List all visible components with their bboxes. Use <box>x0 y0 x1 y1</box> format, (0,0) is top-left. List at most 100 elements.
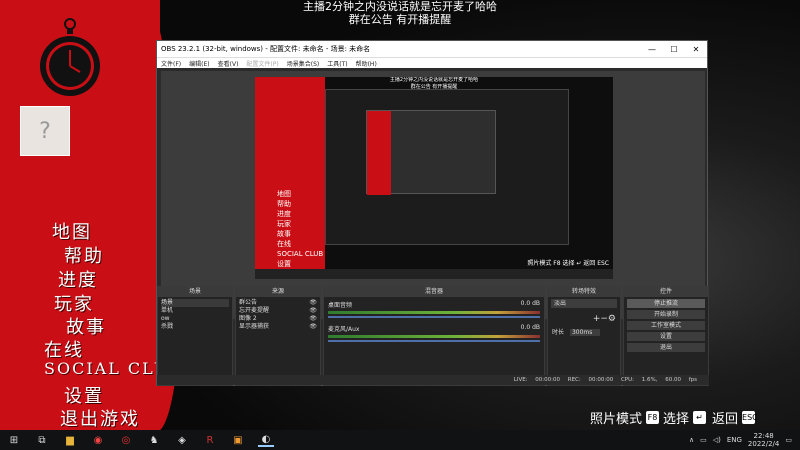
task-view-icon[interactable]: ⧉ <box>34 433 50 447</box>
scene-item[interactable]: ow <box>161 315 229 323</box>
hint-photo-mode-key: F8 <box>646 411 660 424</box>
duration-label: 时长 <box>552 329 565 336</box>
network-icon[interactable]: ▭ <box>700 436 707 444</box>
transitions-dock: 转场特效 淡出 +−⚙ 时长 300ms <box>547 286 621 386</box>
preview-nested-obs-2 <box>366 110 496 195</box>
volume-icon[interactable]: ◁) <box>713 436 721 444</box>
shield-app-icon[interactable]: ◈ <box>174 433 190 447</box>
mixer-track-mic: 麦克风/Aux 0.0 dB <box>324 321 544 345</box>
exit-button[interactable]: 退出 <box>627 343 705 352</box>
volume-meter <box>328 311 540 314</box>
preview-taskbar <box>255 269 613 279</box>
preview-caption-line-1: 主播2分钟之内没说话就是忘开麦了哈哈 <box>389 77 479 83</box>
eye-icon[interactable]: 👁 <box>309 307 317 315</box>
mixer-dock: 混音器 桌面音频 0.0 dB 麦克风/Aux 0.0 dB <box>323 286 545 386</box>
track-db: 0.0 dB <box>520 300 540 307</box>
tray-chevron-icon[interactable]: ∧ <box>689 436 694 444</box>
preview-canvas: 主播2分钟之内没说话就是忘开麦了哈哈 群在公告 有开播提醒 地图 帮助 进度 玩… <box>255 77 613 279</box>
sources-dock: 来源 群公告 👁 忘开麦提醒 👁 图像 2 👁 显示器捕获 👁 +−⚙∧∨ <box>235 286 321 386</box>
obs-menubar: 文件(F) 编辑(E) 查看(V) 配置文件(P) 场景集合(S) 工具(T) … <box>157 57 707 68</box>
source-item[interactable]: 图像 2 👁 <box>239 315 317 323</box>
obs-titlebar: OBS 23.2.1 (32-bit, windows) - 配置文件: 未命名… <box>157 41 707 57</box>
scene-item[interactable]: 杀戮 <box>161 323 229 331</box>
obs-docks: 场景 场景 单机 ow 杀戮 +−∧∨ 来源 群公告 👁 忘开麦提醒 👁 图像 … <box>157 286 709 386</box>
scene-item[interactable]: 场景 <box>161 299 229 307</box>
settings-button[interactable]: 设置 <box>627 332 705 341</box>
sources-title: 来源 <box>236 287 320 297</box>
tray-date: 2022/2/4 <box>747 440 780 448</box>
maximize-icon[interactable]: ☐ <box>663 45 685 54</box>
controls-title: 控件 <box>624 287 708 297</box>
duration-input[interactable]: 300ms <box>569 329 601 336</box>
transitions-title: 转场特效 <box>548 287 620 297</box>
hint-select-label: 选择 <box>663 412 690 427</box>
controls-dock: 控件 停止推流 开始录制 工作室模式 设置 退出 <box>623 286 709 386</box>
windows-taskbar: ⊞ ⧉ ▆ ◉ ◎ ♞ ◈ R ▣ ◐ ∧ ▭ ◁) ENG 22:48 202… <box>0 430 800 450</box>
preview-menu: 地图 帮助 进度 玩家 故事 在线 SOCIAL CLUB 设置 退出游戏 <box>277 190 324 278</box>
menu-help[interactable]: 帮助(H) <box>356 59 377 68</box>
scenes-dock: 场景 场景 单机 ow 杀戮 +−∧∨ <box>157 286 233 386</box>
volume-meter <box>328 335 540 338</box>
eye-icon[interactable]: 👁 <box>309 299 317 307</box>
windows-start-icon[interactable]: ⊞ <box>6 433 22 447</box>
track-db: 0.0 dB <box>520 324 540 331</box>
eye-icon[interactable]: 👁 <box>309 323 317 331</box>
menu-item-help[interactable]: 帮助 <box>64 242 104 268</box>
game-app-icon[interactable]: ♞ <box>146 433 162 447</box>
orange-app-icon[interactable]: ▣ <box>230 433 246 447</box>
cat-avatar: ? <box>20 106 70 156</box>
scene-item[interactable]: 单机 <box>161 307 229 315</box>
hint-select-key: ↵ <box>693 411 707 424</box>
announcement-line-1: 主播2分钟之内没说话就是忘开麦了哈哈 <box>303 0 497 13</box>
menu-profile[interactable]: 配置文件(P) <box>246 59 278 68</box>
hint-photo-mode-label: 照片模式 <box>590 412 643 427</box>
obs-statusbar: LIVE: 00:00:00 REC: 00:00:00 CPU: 1.6%, … <box>157 375 709 385</box>
volume-slider[interactable] <box>328 316 540 318</box>
volume-slider[interactable] <box>328 340 540 342</box>
start-recording-button[interactable]: 开始录制 <box>627 310 705 319</box>
hint-photo-mode: 照片模式 F8 <box>590 408 660 427</box>
mixer-title: 混音器 <box>324 287 544 297</box>
menu-item-progress[interactable]: 进度 <box>58 266 98 292</box>
menu-view[interactable]: 查看(V) <box>218 59 239 68</box>
source-item[interactable]: 忘开麦提醒 👁 <box>239 307 317 315</box>
announcement-line-2: 群在公告 有开播提醒 <box>348 13 452 26</box>
transition-select[interactable]: 淡出 <box>551 299 617 308</box>
menu-item-quit[interactable]: 退出游戏 <box>60 405 140 431</box>
preview-hint: 照片模式 F8 选择 ↵ 返回 ESC <box>527 260 609 267</box>
obs-preview[interactable]: 主播2分钟之内没说话就是忘开麦了哈哈 群在公告 有开播提醒 地图 帮助 进度 玩… <box>161 71 705 319</box>
source-item[interactable]: 显示器捕获 👁 <box>239 323 317 331</box>
hint-back-key: ESC <box>742 411 758 424</box>
hint-back-label: 返回 <box>712 412 739 427</box>
stop-streaming-button[interactable]: 停止推流 <box>627 299 705 308</box>
scenes-title: 场景 <box>158 287 232 297</box>
track-name: 麦克风/Aux <box>328 326 360 333</box>
menu-tools[interactable]: 工具(T) <box>327 59 347 68</box>
netease-music-icon[interactable]: ◎ <box>118 433 134 447</box>
hint-select: 选择 ↵ <box>663 408 707 427</box>
menu-item-map[interactable]: 地图 <box>52 218 92 244</box>
tray-time: 22:48 <box>753 432 774 440</box>
eye-icon[interactable]: 👁 <box>309 315 317 323</box>
preview-nested-obs <box>325 89 569 245</box>
file-explorer-icon[interactable]: ▆ <box>62 433 78 447</box>
menu-scene-collection[interactable]: 场景集合(S) <box>287 59 320 68</box>
notification-icon[interactable]: ▭ <box>785 436 792 444</box>
minimize-icon[interactable]: — <box>641 45 663 54</box>
obs-window: OBS 23.2.1 (32-bit, windows) - 配置文件: 未命名… <box>156 40 709 386</box>
transition-toolbar[interactable]: +−⚙ <box>548 314 620 324</box>
system-tray: ∧ ▭ ◁) ENG 22:48 2022/2/4 ▭ <box>689 432 800 448</box>
hint-back: 返回 ESC <box>712 408 758 427</box>
chrome-icon[interactable]: ◉ <box>90 433 106 447</box>
mixer-track-desktop: 桌面音频 0.0 dB <box>324 297 544 321</box>
tray-clock[interactable]: 22:48 2022/2/4 <box>748 432 779 448</box>
obs-title: OBS 23.2.1 (32-bit, windows) - 配置文件: 未命名… <box>161 45 371 53</box>
menu-edit[interactable]: 编辑(E) <box>189 59 209 68</box>
studio-mode-button[interactable]: 工作室模式 <box>627 321 705 330</box>
menu-file[interactable]: 文件(F) <box>161 59 181 68</box>
obs-taskbar-icon[interactable]: ◐ <box>258 433 274 447</box>
source-item[interactable]: 群公告 👁 <box>239 299 317 307</box>
language-indicator[interactable]: ENG <box>727 436 742 444</box>
rockstar-icon[interactable]: R <box>202 433 218 447</box>
close-icon[interactable]: ✕ <box>685 45 707 54</box>
